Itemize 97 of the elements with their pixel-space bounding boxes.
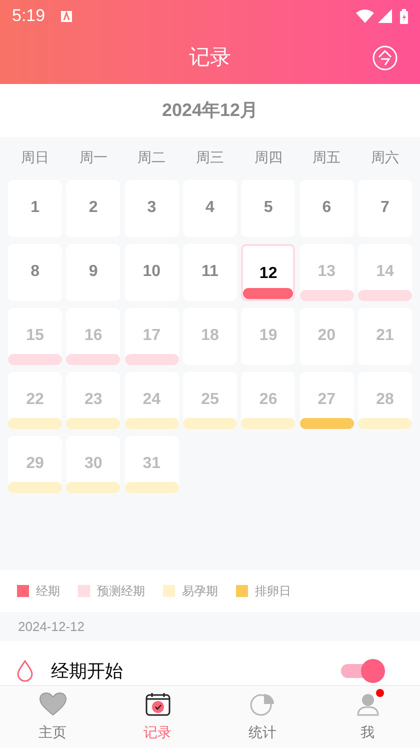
day-cell[interactable]: 16 [66,308,120,365]
day-cell[interactable]: 1 [8,180,62,237]
day-cell[interactable]: 2 [66,180,120,237]
record-date: 2024-12-12 [18,618,84,636]
pie-chart-icon [250,692,276,716]
day-cell[interactable]: 27 [300,372,354,429]
legend-label: 预测经期 [97,583,145,600]
weekday-label: 周一 [78,148,108,167]
nav-tab[interactable]: 我 [315,686,420,748]
day-number: 20 [318,326,336,346]
weekday-label: 周五 [312,148,342,167]
day-number: 23 [84,390,102,410]
day-cell[interactable]: 19 [241,308,296,365]
day-cell[interactable]: 10 [124,244,179,301]
day-cell[interactable]: 9 [66,244,120,301]
day-cell[interactable]: 29 [8,436,62,493]
nav-tab[interactable]: 记录 [105,686,210,748]
day-cell[interactable]: 6 [300,180,354,237]
month-title: 2024年12月 [162,99,258,122]
day-cell[interactable]: 28 [358,372,412,429]
day-number: 12 [259,264,278,284]
day-number: 4 [206,198,214,218]
day-number: 27 [318,390,336,410]
day-cell[interactable]: 14 [358,244,412,301]
day-number: 29 [26,454,44,474]
day-number: 31 [142,454,161,474]
day-number: 16 [84,326,102,346]
day-number: 2 [88,198,98,218]
signal-icon [378,9,392,23]
day-cell[interactable]: 24 [124,372,179,429]
day-number: 22 [26,390,44,410]
day-cell[interactable]: 8 [8,244,62,301]
day-cell[interactable]: 3 [124,180,179,237]
day-cell[interactable]: 20 [300,308,354,365]
day-number: 30 [84,454,102,474]
battery-icon [400,8,408,24]
day-cell[interactable]: 5 [241,180,296,237]
day-number: 10 [142,262,161,282]
legend-label: 排卵日 [255,583,291,600]
weekday-label: 周日 [20,148,50,167]
record-label: 经期开始 [51,660,123,682]
user-icon [356,692,380,716]
day-cell[interactable]: 26 [241,372,296,429]
tab-label: 我 [360,722,374,742]
tab-label: 记录 [144,722,172,742]
day-number: 3 [147,198,156,218]
day-cell[interactable]: 21 [358,308,412,365]
day-number: 24 [142,390,161,410]
drop-icon [17,660,33,682]
day-number: 5 [264,198,273,218]
legend-label: 易孕期 [182,583,218,600]
day-number: 17 [142,326,161,346]
day-cell[interactable]: 23 [66,372,120,429]
day-cell[interactable]: 4 [182,180,238,237]
today-icon[interactable] [372,45,398,71]
day-number: 14 [376,262,394,282]
day-number: 7 [380,198,390,218]
day-cell[interactable]: 25 [182,372,238,429]
day-cell[interactable]: 17 [124,308,179,365]
day-cell[interactable]: 12 [241,244,296,301]
calendar-check-icon [144,692,170,716]
weekday-label: 周三 [194,148,225,167]
day-number: 28 [376,390,394,410]
day-number: 6 [322,198,332,218]
wifi-icon [356,9,374,23]
weekday-label: 周四 [253,148,284,167]
tab-label: 统计 [248,722,276,742]
page-title: 记录 [189,45,231,72]
nav-tab[interactable]: 统计 [210,686,315,748]
toggle-switch[interactable] [341,659,385,683]
legend-label: 经期 [36,583,60,600]
day-number: 15 [26,326,44,346]
day-cell[interactable]: 15 [8,308,62,365]
day-cell[interactable]: 11 [182,244,238,301]
notification-icon [61,10,72,22]
day-number: 8 [30,262,40,282]
day-number: 1 [30,198,40,218]
heart-icon [38,692,66,716]
weekday-label: 周六 [370,148,400,167]
day-cell[interactable]: 7 [358,180,412,237]
day-number: 18 [201,326,219,346]
day-number: 13 [318,262,336,282]
nav-tab[interactable]: 主页 [0,686,105,748]
status-time: 5:19 [12,5,46,28]
day-cell[interactable]: 22 [8,372,62,429]
day-number: 9 [88,262,98,282]
day-number: 21 [376,326,394,346]
day-cell[interactable]: 30 [66,436,120,493]
day-number: 25 [201,390,219,410]
tab-label: 主页 [38,722,66,742]
day-cell[interactable]: 13 [300,244,354,301]
day-cell[interactable]: 18 [182,308,238,365]
weekday-label: 周二 [136,148,167,167]
day-number: 11 [202,262,218,282]
day-number: 19 [259,326,278,346]
day-cell[interactable]: 31 [124,436,179,493]
day-number: 26 [259,390,278,410]
